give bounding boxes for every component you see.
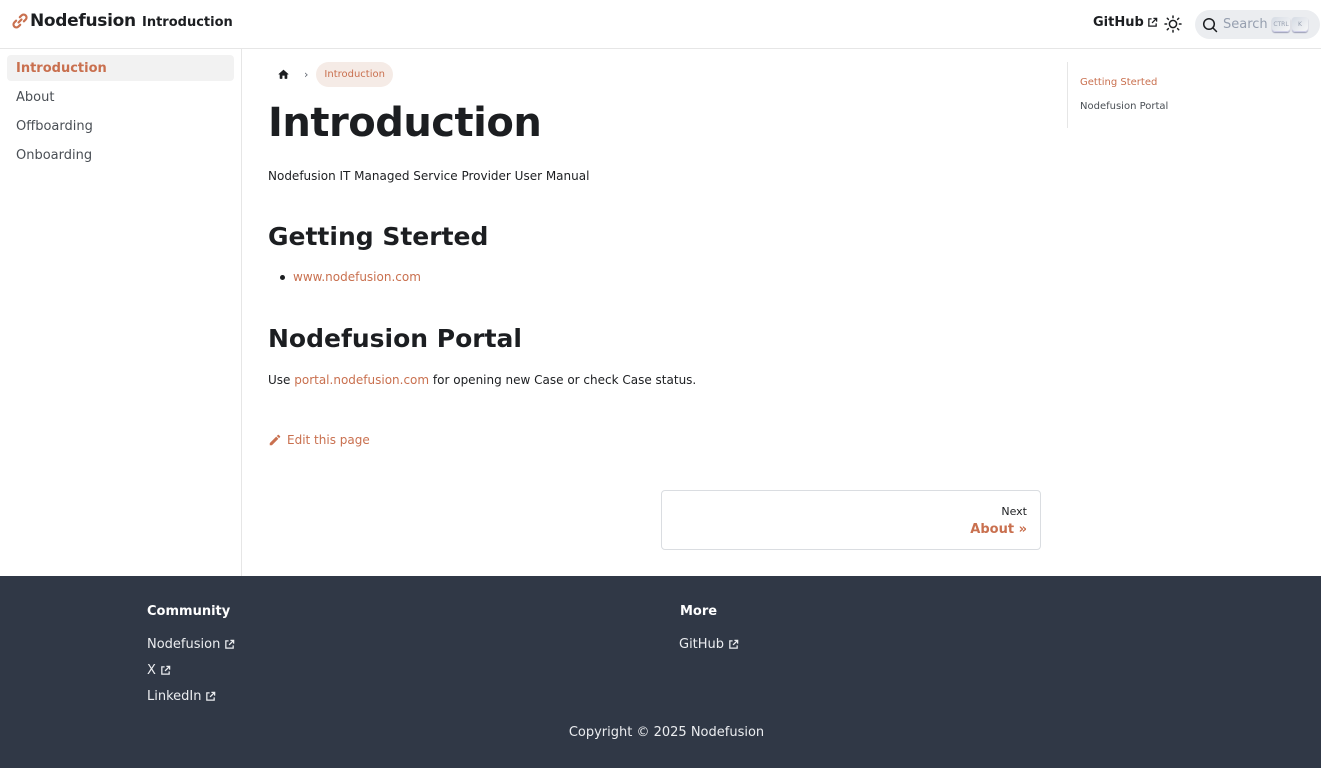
external-link-icon bbox=[225, 639, 235, 649]
portal-link[interactable]: portal.nodefusion.com bbox=[294, 373, 429, 387]
search-icon bbox=[1202, 17, 1218, 32]
footer-link-linkedin[interactable]: LinkedIn bbox=[147, 689, 216, 704]
footer-link-github[interactable]: GitHub bbox=[679, 637, 739, 652]
pager-next-link[interactable]: Next About » bbox=[661, 490, 1041, 550]
link-logo-icon bbox=[12, 13, 28, 29]
pager-next-label: About » bbox=[970, 522, 1027, 537]
nav-introduction-link[interactable]: Introduction bbox=[142, 15, 233, 30]
sidebar-item-onboarding[interactable]: Onboarding bbox=[7, 142, 234, 168]
k-key-hint: K bbox=[1292, 17, 1308, 32]
brand-link[interactable]: Nodefusion bbox=[11, 9, 136, 33]
sidebar: Introduction About Offboarding Onboardin… bbox=[0, 49, 242, 576]
toc-item-getting-sterted[interactable]: Getting Sterted bbox=[1080, 77, 1157, 88]
portal-text-prefix: Use bbox=[268, 373, 295, 387]
navbar: Nodefusion Introduction GitHub Search CT… bbox=[0, 0, 1321, 49]
breadcrumb-current: Introduction bbox=[316, 61, 393, 87]
page-subtitle: Nodefusion IT Managed Service Provider U… bbox=[268, 169, 590, 183]
theme-toggle-button[interactable] bbox=[1161, 12, 1185, 36]
footer: Community Nodefusion X LinkedIn More Git… bbox=[0, 576, 1321, 768]
external-link-icon bbox=[206, 691, 216, 701]
footer-community-title: Community bbox=[147, 604, 231, 619]
getting-started-heading: Getting Sterted bbox=[268, 222, 489, 251]
footer-link-label: GitHub bbox=[679, 637, 725, 652]
footer-link-label: LinkedIn bbox=[147, 689, 202, 704]
external-link-icon bbox=[1147, 17, 1158, 27]
search-placeholder: Search bbox=[1223, 17, 1268, 32]
copyright-text: Copyright © 2025 Nodefusion bbox=[568, 725, 765, 740]
sidebar-item-introduction[interactable]: Introduction bbox=[7, 55, 234, 81]
external-link-icon bbox=[729, 639, 739, 649]
search-button[interactable]: Search CTRL K bbox=[1195, 10, 1320, 39]
footer-link-x[interactable]: X bbox=[147, 663, 171, 678]
breadcrumb-home-link[interactable] bbox=[268, 61, 298, 87]
pager-next-sublabel: Next bbox=[1001, 505, 1027, 518]
portal-heading: Nodefusion Portal bbox=[268, 324, 522, 353]
sidebar-item-offboarding[interactable]: Offboarding bbox=[7, 113, 234, 139]
external-link-icon bbox=[161, 665, 171, 675]
github-link[interactable]: GitHub bbox=[1093, 15, 1158, 30]
page-title: Introduction bbox=[268, 100, 542, 146]
bullet-icon bbox=[280, 274, 285, 280]
sun-icon bbox=[1164, 15, 1182, 33]
footer-link-label: Nodefusion bbox=[147, 637, 221, 652]
breadcrumb-separator: › bbox=[304, 67, 309, 81]
home-icon bbox=[278, 69, 288, 79]
ctrl-key-hint: CTRL bbox=[1272, 17, 1290, 32]
edit-page-label: Edit this page bbox=[287, 433, 370, 447]
brand-title: Nodefusion bbox=[30, 11, 136, 31]
portal-paragraph: Use portal.nodefusion.com for opening ne… bbox=[268, 373, 696, 387]
footer-link-nodefusion[interactable]: Nodefusion bbox=[147, 637, 235, 652]
table-of-contents: Getting Sterted Nodefusion Portal bbox=[1067, 62, 1267, 128]
sidebar-item-about[interactable]: About bbox=[7, 84, 234, 110]
breadcrumb: › Introduction bbox=[268, 61, 393, 87]
toc-item-nodefusion-portal[interactable]: Nodefusion Portal bbox=[1080, 101, 1168, 112]
portal-text-suffix: for opening new Case or check Case statu… bbox=[429, 373, 697, 387]
website-link[interactable]: www.nodefusion.com bbox=[293, 270, 421, 284]
pencil-icon bbox=[269, 434, 281, 446]
list-item: www.nodefusion.com bbox=[280, 270, 421, 284]
footer-more-title: More bbox=[680, 604, 718, 619]
footer-link-label: X bbox=[147, 663, 156, 678]
edit-page-link[interactable]: Edit this page bbox=[268, 433, 370, 447]
github-label: GitHub bbox=[1093, 15, 1144, 30]
